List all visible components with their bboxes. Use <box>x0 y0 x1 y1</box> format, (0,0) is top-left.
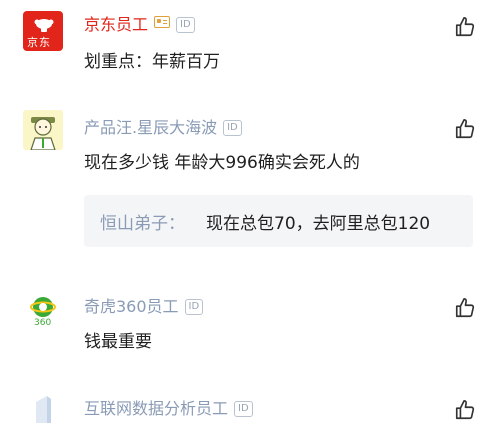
thumbs-up-icon <box>455 17 475 37</box>
id-badge: ID <box>176 17 195 33</box>
reply-text: 现在总包70，去阿里总包120 <box>206 214 431 234</box>
360-logo-text: 360 <box>34 318 52 328</box>
comment-username[interactable]: 产品汪.星辰大海波 ID <box>84 114 242 138</box>
360-logo-avatar[interactable]: 360 <box>23 290 63 330</box>
user-avatar[interactable] <box>23 390 63 430</box>
id-badge: ID <box>184 299 204 315</box>
username-text[interactable]: 京东员工 <box>84 15 148 34</box>
comment-text: 划重点：年薪百万 <box>84 52 220 72</box>
comment-username[interactable]: 奇虎360员工 ID <box>84 293 204 317</box>
comment-text: 钱最重要 <box>84 332 152 352</box>
like-button[interactable] <box>454 118 476 140</box>
cartoon-person-avatar <box>30 117 56 150</box>
thumbs-up-icon <box>455 298 475 318</box>
username-text[interactable]: 产品汪.星辰大海波 <box>84 118 217 137</box>
reply-username[interactable]: 恒山弟子： <box>100 209 185 234</box>
username-text[interactable]: 互联网数据分析员工 <box>84 399 228 418</box>
reply-box[interactable]: 恒山弟子： 现在总包70，去阿里总包120 <box>84 195 473 247</box>
user-avatar[interactable] <box>23 110 63 150</box>
thumbs-up-icon <box>455 400 475 420</box>
comment-username[interactable]: 京东员工 ID <box>84 11 195 35</box>
username-text[interactable]: 奇虎360员工 <box>84 297 179 316</box>
comment-username[interactable]: 互联网数据分析员工 ID <box>84 395 253 419</box>
thumbs-up-icon <box>455 119 475 139</box>
comment-text: 现在多少钱 年龄大996确实会死人的 <box>84 153 360 173</box>
jd-logo-text: 京东 <box>27 36 51 49</box>
building-icon <box>36 396 51 423</box>
like-button[interactable] <box>454 399 476 421</box>
jd-logo-avatar[interactable]: 京东 <box>23 11 63 51</box>
id-badge: ID <box>223 120 242 136</box>
company-card-icon <box>154 16 171 28</box>
like-button[interactable] <box>454 297 476 319</box>
id-badge: ID <box>234 401 253 417</box>
like-button[interactable] <box>454 16 476 38</box>
